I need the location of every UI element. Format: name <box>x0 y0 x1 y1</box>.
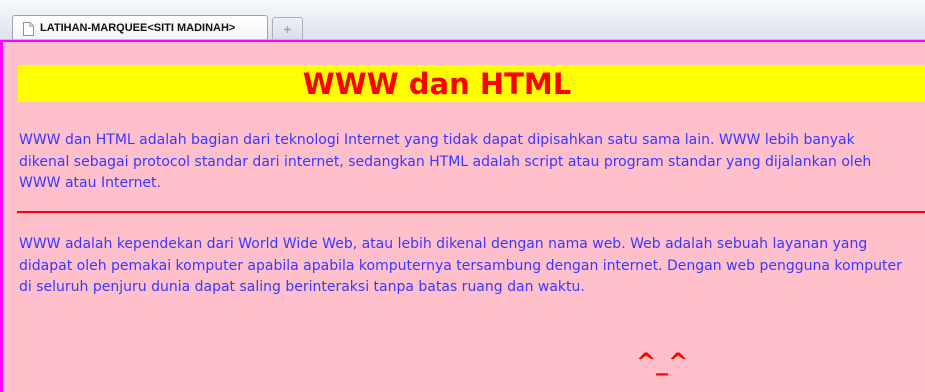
paragraph-www-html: WWW dan HTML adalah bagian dari teknolog… <box>19 132 872 191</box>
browser-tab[interactable]: LATIHAN-MARQUEE<SITI MADINAH> <box>12 15 268 39</box>
horizontal-rule <box>17 211 925 213</box>
page-content: WWW dan HTML WWW dan HTML adalah bagian … <box>0 40 925 392</box>
heading-band: WWW dan HTML <box>18 65 925 102</box>
page-heading: WWW dan HTML <box>302 67 572 101</box>
tab-title: LATIHAN-MARQUEE<SITI MADINAH> <box>40 21 236 34</box>
browser-tab-strip: LATIHAN-MARQUEE<SITI MADINAH> <box>0 0 925 40</box>
new-tab-button[interactable] <box>272 17 303 39</box>
page-icon <box>23 21 34 36</box>
plus-icon <box>283 19 292 38</box>
paragraph-world-wide-web: WWW adalah kependekan dari World Wide We… <box>19 236 902 295</box>
marquee-text: ^_^ <box>636 348 689 376</box>
